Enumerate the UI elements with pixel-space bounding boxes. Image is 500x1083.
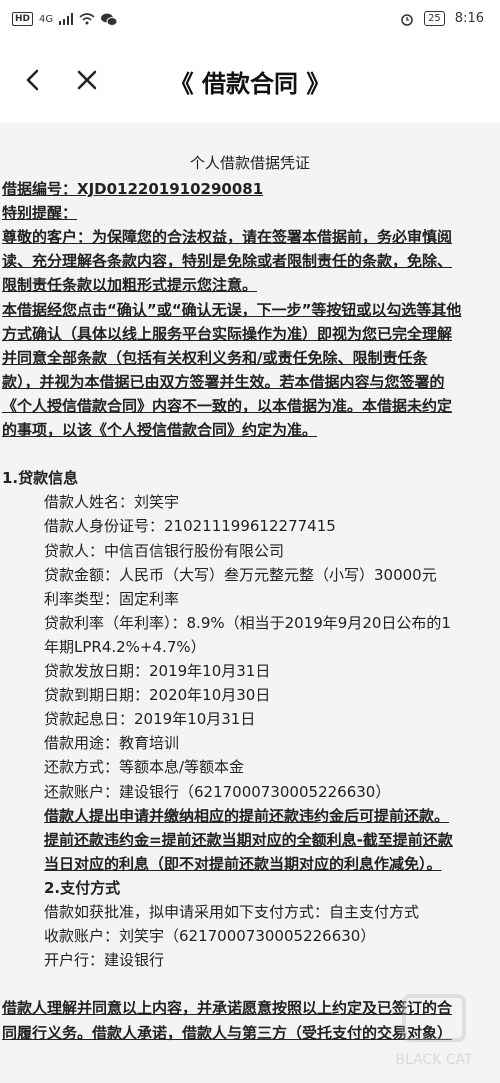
- wifi-icon: [79, 13, 95, 25]
- document-line: 贷款金额：人民币（大写）叁万元整元整（小写）30000元: [44, 565, 437, 584]
- document-line: 借据编号：XJD012201910290081: [2, 180, 264, 198]
- document-line: 特别提醒：: [2, 204, 78, 223]
- document-line: 贷款发放日期：2019年10月31日: [44, 662, 271, 680]
- network-label: 4G: [39, 13, 54, 25]
- document-line: 借款人提出申请并缴纳相应的提前还款违约金后可提前还款。: [44, 806, 450, 825]
- wechat-icon: [101, 13, 118, 26]
- document-line: 贷款人：中信百信银行股份有限公司: [44, 541, 285, 560]
- document-line: 《个人授信借款合同》内容不一致的，以本借据为准。本借据未约定: [2, 396, 453, 415]
- document-line: 提前还款违约金=提前还款当期对应的全额利息-截至提前还款: [44, 830, 453, 849]
- document-line: 利率类型：固定利率: [44, 589, 180, 608]
- status-left: HD 4G: [12, 12, 118, 26]
- document-line: 读、充分理解各条款内容，特别是免除或者限制责任的条款，免除、: [2, 252, 453, 271]
- document-line: 借款用途：教育培训: [44, 734, 180, 753]
- document-line: 限制责任条款以加粗形式提示您注意。: [2, 276, 258, 295]
- watermark-text: BLACK CAT: [395, 1052, 473, 1068]
- document-line: 还款账户：建设银行（6217000730005226630）: [44, 782, 391, 801]
- document-line: 尊敬的客户：为保障您的合法权益，请在签署本借据前，务必审慎阅: [2, 228, 453, 247]
- signal-icon: [59, 13, 74, 25]
- document-line: 年期LPR4.2%+4.7%）: [44, 637, 206, 656]
- document-line: 还款方式：等额本息/等额本金: [44, 758, 245, 777]
- hd-badge: HD: [12, 12, 34, 26]
- document-line: 收款账户：刘笑宇（6217000730005226630）: [44, 927, 376, 946]
- document-line: 2.支付方式: [44, 878, 121, 897]
- document-line: 的事项，以该《个人授信借款合同》约定为准。: [2, 421, 318, 439]
- document-line: 借款人身份证号：210211199612277415: [44, 517, 336, 536]
- document-line: 1.贷款信息: [2, 469, 79, 488]
- status-bar: HD 4G 25 8:16: [0, 0, 500, 40]
- document-line: 贷款到期日期：2020年10月30日: [44, 686, 271, 705]
- alarm-icon: [401, 13, 413, 26]
- black-cat-watermark: BLACK CAT: [395, 994, 473, 1068]
- document-line: 贷款起息日：2019年10月31日: [44, 710, 256, 729]
- document-line: 开户行：建设银行: [44, 951, 165, 970]
- document-body: 个人借款借据凭证 借据编号：XJD012201910290081 特别提醒： 尊敬的…: [0, 122, 500, 1083]
- document-line: 并同意全部条款（包括有关权利义务和/或责任免除、限制责任条: [2, 348, 428, 367]
- document-line: 借款如获批准，拟申请采用如下支付方式：自主支付方式: [44, 903, 420, 921]
- document-line: 借款人姓名：刘笑宇: [44, 493, 180, 512]
- document-line: 当日对应的利息（即不对提前还款当期对应的利息作减免）。: [44, 854, 442, 873]
- battery-icon: 25: [424, 11, 445, 26]
- nav-bar: 《 借款合同 》: [0, 40, 500, 122]
- document-title: 个人借款借据凭证: [189, 154, 310, 172]
- status-right: 25 8:16: [400, 11, 484, 26]
- document-line: 款），并视为本借据已由双方签署并生效。若本借据内容与您签署的: [2, 372, 445, 391]
- clock: 8:16: [454, 11, 484, 26]
- document-line: 贷款利率（年利率）：8.9%（相当于2019年9月20日公布的1: [44, 613, 451, 632]
- document-line: 本借据经您点击“确认”或“确认无误，下一步”等按钮或以勾选等其他: [2, 300, 462, 319]
- document-line: 方式确认（具体以线上服务平台实际操作为准）即视为您已完全理解: [2, 324, 453, 343]
- page-title: 《 借款合同 》: [169, 70, 331, 98]
